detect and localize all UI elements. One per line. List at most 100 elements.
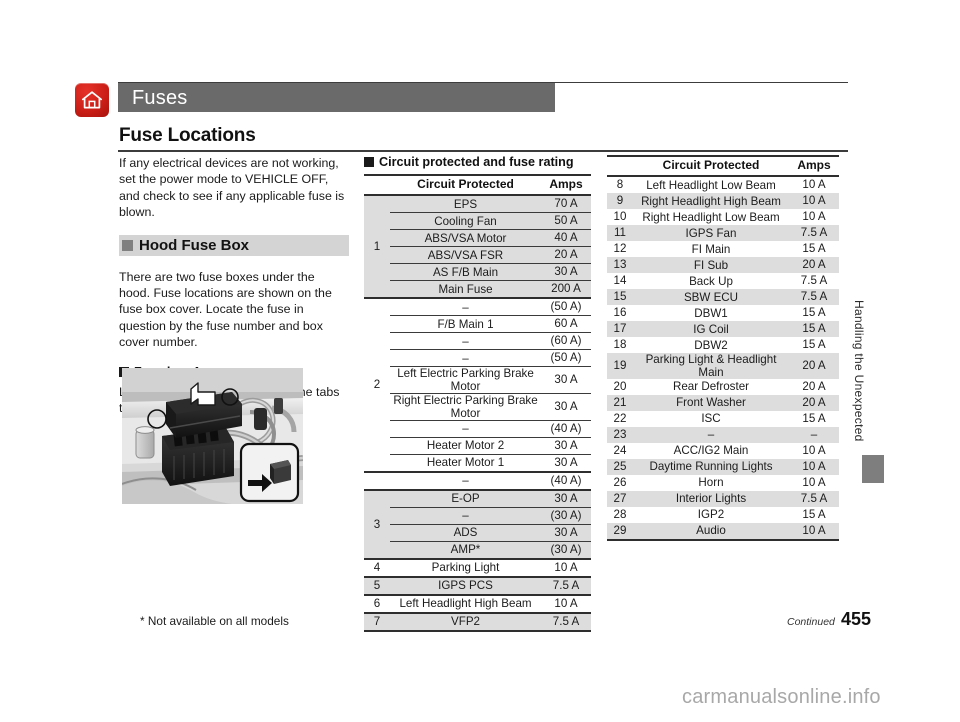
amps-cell: 10 A	[802, 476, 826, 490]
table-row: 11 IGPS Fan 7.5 A	[607, 225, 839, 241]
amps-cell: 7.5 A	[800, 274, 828, 288]
table-row: 25 Daytime Running Lights 10 A	[607, 458, 839, 475]
fuse-table-left-body: 1 EPS 70 A Cooling Fan 50 A ABS/VSA Motor 40 A…	[364, 194, 591, 632]
table-row: F/B Main 1 60 A	[364, 315, 591, 333]
table-row: ABS/VSA FSR 20 A	[364, 246, 591, 264]
circuit-protected-cell: –	[390, 470, 541, 490]
fuse-number	[364, 470, 390, 490]
circuit-protected-cell: Daytime Running Lights	[633, 458, 789, 475]
square-bullet-icon	[122, 239, 133, 251]
fuse-number: 26	[613, 476, 627, 490]
fuse-number: 14	[613, 274, 627, 288]
amps-cell: 10 A	[789, 193, 839, 209]
amps-cell: 10 A	[541, 593, 591, 613]
circuit-protected-cell: ABS/VSA Motor	[390, 229, 541, 247]
table-row: 6 Left Headlight High Beam 10 A	[364, 593, 591, 613]
circuit-protected-cell: –	[390, 297, 541, 316]
amps-cell: –	[789, 426, 839, 443]
circuit-protected-cell: ADS	[390, 523, 541, 542]
fuse-number: 1	[364, 194, 390, 298]
amps-cell: (50 A)	[541, 349, 591, 367]
page-title: Fuses	[132, 87, 188, 109]
fuse-number: 16	[613, 306, 627, 320]
section-title: Fuse Locations	[119, 125, 256, 146]
circuit-table-heading: Circuit protected and fuse rating	[364, 155, 574, 169]
amps-cell: (60 A)	[541, 332, 591, 350]
amps-cell: 60 A	[541, 315, 591, 333]
fuse-table-right-body: 8 Left Headlight Low Beam 10 A 9 Right Headl…	[607, 176, 839, 541]
amps-cell: 10 A	[789, 458, 839, 475]
circuit-protected-cell: –	[390, 332, 541, 350]
circuit-protected-cell: IGPS Fan	[633, 225, 789, 241]
circuit-protected-cell: –	[390, 419, 541, 438]
table-row: Cooling Fan 50 A	[364, 212, 591, 230]
table-row: Heater Motor 2 30 A	[364, 436, 591, 455]
circuit-protected-cell: Heater Motor 2	[390, 436, 541, 455]
amps-cell: 20 A	[789, 353, 839, 379]
circuit-protected-cell: Right Electric Parking Brake Motor	[390, 392, 541, 421]
table-row: 13 FI Sub 20 A	[607, 257, 839, 273]
circuit-protected-cell: Right Headlight Low Beam	[642, 210, 780, 224]
col-number	[607, 156, 633, 176]
table-row: AS F/B Main 30 A	[364, 263, 591, 281]
circuit-protected-cell: Interior Lights	[633, 490, 789, 507]
circuit-protected-cell: AS F/B Main	[390, 263, 541, 281]
circuit-protected-cell: Back Up	[689, 274, 733, 288]
table-row: 9 Right Headlight High Beam 10 A	[607, 193, 839, 209]
circuit-protected-cell: –	[390, 506, 541, 525]
table-row: 18 DBW2 15 A	[607, 337, 839, 353]
fuse-box-illustration	[122, 368, 303, 504]
continued-label: Continued	[787, 616, 835, 628]
amps-cell: 70 A	[541, 194, 591, 213]
circuit-protected-cell: F/B Main 1	[390, 315, 541, 333]
hood-fuse-box-paragraph: There are two fuse boxes under the hood.…	[119, 269, 332, 350]
circuit-protected-cell: IGP2	[697, 508, 725, 522]
table-row: 23– –	[607, 426, 839, 443]
circuit-protected-cell: Heater Motor 1	[390, 453, 541, 472]
circuit-protected-cell: DBW2	[694, 338, 728, 352]
fuse-table-right: Circuit Protected Amps 8 Left Headlight L…	[607, 155, 839, 541]
fuse-number: 3	[364, 488, 390, 559]
table-row: – (30 A)	[364, 506, 591, 525]
fuse-number: 27	[607, 490, 633, 507]
circuit-protected-cell: Parking Light	[390, 557, 541, 577]
fuse-number: 22	[613, 412, 627, 426]
col-amps: Amps	[797, 158, 831, 173]
section-rule	[118, 150, 848, 152]
table-row: Main Fuse 200 A	[364, 280, 591, 298]
table-row: – (50 A)	[364, 349, 591, 367]
fuse-number: 28	[613, 508, 627, 522]
home-icon[interactable]	[75, 83, 109, 117]
col-circuit-protected: Circuit Protected	[662, 158, 760, 173]
hood-fuse-box-heading-label: Hood Fuse Box	[139, 236, 250, 254]
fuse-number: 18	[613, 338, 627, 352]
amps-cell: (50 A)	[541, 297, 591, 316]
fuse-number: 10	[613, 210, 627, 224]
fuse-number: 21	[607, 394, 633, 411]
amps-cell: 15 A	[802, 242, 826, 256]
amps-cell: 20 A	[541, 246, 591, 264]
circuit-protected-cell: FI Main	[691, 242, 731, 256]
fuse-number: 2	[364, 297, 390, 472]
amps-cell: 7.5 A	[541, 575, 591, 595]
fuse-number: 8	[616, 178, 624, 192]
amps-cell: 30 A	[541, 453, 591, 472]
table-row: Heater Motor 1 30 A	[364, 453, 591, 472]
table-row: 7 VFP2 7.5 A	[364, 611, 591, 632]
fuse-number: 23	[607, 426, 633, 443]
fuse-number: 13	[607, 257, 633, 273]
table-row: 17 IG Coil 15 A	[607, 321, 839, 337]
circuit-protected-cell: ABS/VSA FSR	[390, 246, 541, 264]
amps-cell: 15 A	[789, 321, 839, 337]
footnote: * Not available on all models	[140, 614, 289, 628]
amps-cell: (30 A)	[541, 540, 591, 559]
table-row: 12 FI Main 15 A	[607, 241, 839, 257]
amps-cell: 10 A	[802, 444, 826, 458]
circuit-protected-cell: Left Electric Parking Brake Motor	[390, 366, 541, 394]
amps-cell: 7.5 A	[789, 225, 839, 241]
circuit-protected-cell: ACC/IG2 Main	[673, 444, 749, 458]
amps-cell: 7.5 A	[789, 490, 839, 507]
circuit-protected-cell: Horn	[698, 476, 724, 490]
table-row: 2– (50 A)	[364, 297, 591, 472]
amps-cell: 20 A	[789, 394, 839, 411]
